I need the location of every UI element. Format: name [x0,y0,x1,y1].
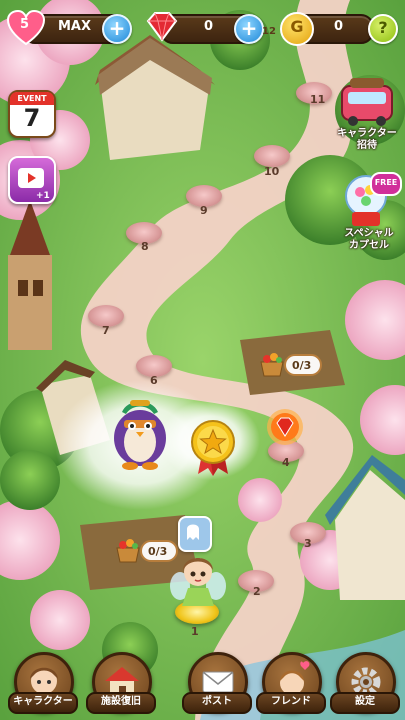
character-invite-button[interactable]: キャラクター 招待 [336,74,398,156]
crop-basket-counter[interactable]: 0/3 [256,350,326,384]
special-capsule-button[interactable]: FREE スペシャル カプセル [338,172,402,256]
nav-character-button[interactable]: キャラクター [8,650,78,714]
crop-counter-label: 0/3 [140,540,178,562]
ruby-icon [144,10,180,42]
nav-character-label: キャラクター [8,692,78,714]
crop-counter-label: 0/3 [284,354,322,376]
stage-number: 9 [200,204,208,217]
penguin-character-icon[interactable] [108,390,172,470]
stage-number: 10 [264,165,280,178]
stage-number: 11 [310,93,326,106]
stage-number: 1 [191,625,199,638]
nav-settings-label: 設定 [330,692,400,714]
gem-reward-icon[interactable] [266,408,304,446]
plus-icon: + [240,16,258,40]
nav-mail-label: ポスト [182,692,252,714]
nav-friend-label: フレンド [256,692,326,714]
gems-count: 0 [204,19,214,34]
nav-facility-button[interactable]: 施設復旧 [86,650,156,714]
stage-number: 7 [102,324,110,337]
nav-settings-button[interactable]: 設定 [330,650,400,714]
add-lives-button[interactable]: + [102,14,132,44]
question-mark-icon: ? [378,18,388,37]
stage-number: 4 [282,456,290,469]
nav-mail-button[interactable]: ポスト [182,650,252,714]
nav-friend-button[interactable]: フレンド [256,650,326,714]
add-gems-button[interactable]: + [234,14,264,44]
stage-number: 3 [304,537,312,550]
lives-count: 5 [20,17,30,32]
plus-icon: + [108,16,126,40]
video-bonus: +1 [36,191,50,201]
gem-level: 12 [262,26,276,37]
bus-icon [341,78,393,126]
player-ghost-bubble-icon[interactable] [178,516,212,552]
bottom-nav: キャラクター 施設復旧 ポスト フレンド 設定 [0,650,405,720]
lives-state: MAX [58,19,92,34]
star-medal-icon[interactable] [190,420,236,476]
video-reward-button[interactable]: +1 [8,156,56,204]
special-capsule-label: スペシャル カプセル [344,228,394,251]
basket-icon [258,350,286,378]
stage-number: 2 [253,585,261,598]
event-day-number: 7 [23,104,41,132]
character-invite-label: キャラクター 招待 [337,128,397,151]
nav-facility-label: 施設復旧 [86,692,156,714]
stage-number: 8 [141,240,149,253]
play-icon [18,168,44,188]
free-badge: FREE [370,172,402,196]
help-button[interactable]: ? [368,14,398,44]
stage-number: 6 [150,374,158,387]
event-calendar-button[interactable]: EVENT 7 [8,90,56,138]
status-bar: 5 MAX + 0 + 12 G 0 ? [0,0,405,54]
crop-basket-counter[interactable]: 0/3 [112,536,182,570]
basket-icon [114,536,142,564]
coins-count: 0 [334,19,344,34]
gold-coin-icon: G [280,12,314,46]
stage-node[interactable] [254,145,290,167]
